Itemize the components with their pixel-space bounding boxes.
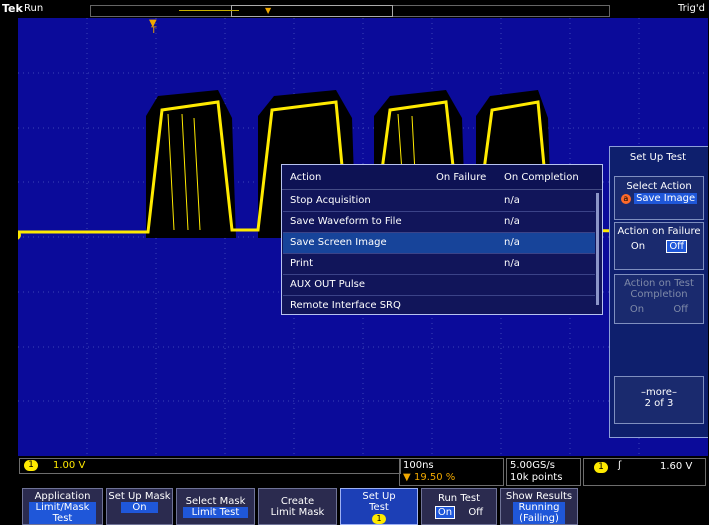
failure-off-option: Off: [666, 240, 688, 253]
action-label: Save Waveform to File: [290, 216, 402, 227]
on-completion-value: n/a: [504, 237, 520, 248]
set-up-test-button[interactable]: Set Up Test 1: [340, 488, 418, 525]
trigger-status: Trig'd: [678, 3, 705, 14]
select-mask-button[interactable]: Select Mask Limit Test: [176, 488, 255, 525]
application-label: Application: [34, 491, 91, 502]
more-button[interactable]: –more– 2 of 3: [614, 376, 704, 424]
channel-1-badge-icon: 1: [24, 460, 38, 471]
sample-rate: 5.00GS/s: [510, 460, 555, 471]
create-limit-mask-button[interactable]: Create Limit Mask: [258, 488, 337, 525]
action-row-save-screen-image[interactable]: Save Screen Image n/a: [283, 233, 595, 254]
action-on-completion-button[interactable]: Action on Test Completion On Off: [614, 274, 704, 324]
action-row-aux-out-pulse[interactable]: AUX OUT Pulse: [283, 275, 595, 296]
channel-readout[interactable]: 1 1.00 V: [19, 458, 401, 474]
action-row-print[interactable]: Print n/a: [283, 254, 595, 275]
set-up-mask-value: On: [121, 502, 158, 513]
more-page: 2 of 3: [644, 398, 674, 409]
on-completion-value: n/a: [504, 216, 520, 227]
run-test-on: On: [434, 506, 456, 519]
timebase: 100ns: [403, 460, 434, 471]
timebase-readout[interactable]: 100ns ▼ 19.50 %: [399, 458, 504, 486]
action-label: Remote Interface SRQ: [290, 300, 401, 311]
action-label: AUX OUT Pulse: [290, 279, 365, 290]
completion-off-option: Off: [673, 304, 689, 315]
completion-on-option: On: [629, 304, 645, 315]
action-row-save-waveform[interactable]: Save Waveform to File n/a: [283, 212, 595, 233]
application-value: Limit/Mask Test: [29, 502, 96, 524]
popup-scrollbar[interactable]: [596, 193, 599, 305]
column-on-completion: On Completion: [504, 172, 579, 183]
run-test-toggle: On Off: [422, 506, 496, 519]
select-mask-label: Select Mask: [185, 496, 246, 507]
run-test-off: Off: [468, 507, 484, 518]
channel-scale: 1.00 V: [53, 460, 86, 471]
column-on-failure: On Failure: [436, 172, 487, 183]
failure-on-option: On: [630, 241, 646, 252]
create-limit-mask-label: Create Limit Mask: [270, 496, 325, 518]
set-up-test-channel-icon: 1: [372, 514, 386, 524]
select-action-button[interactable]: Select Action a Save Image: [614, 176, 704, 220]
action-label: Print: [290, 258, 314, 269]
trigger-channel-badge-icon: 1: [594, 462, 608, 473]
trigger-position-icon: ▼: [265, 6, 272, 15]
record-trace: [179, 10, 239, 11]
select-action-value: Save Image: [634, 193, 698, 204]
record-view-window: [231, 5, 393, 17]
set-up-mask-button[interactable]: Set Up Mask On: [106, 488, 173, 525]
knob-a-icon: a: [620, 194, 631, 204]
action-row-remote-srq[interactable]: Remote Interface SRQ: [283, 296, 595, 316]
application-button[interactable]: Application Limit/Mask Test: [22, 488, 103, 525]
action-menu-header: Action On Failure On Completion: [282, 165, 602, 190]
show-results-button[interactable]: Show Results Running (Failing): [500, 488, 578, 525]
trigger-level: 1.60 V: [660, 461, 693, 472]
trigger-readout[interactable]: 1 ʃ 1.60 V: [583, 458, 706, 486]
trigger-position-label: T: [151, 26, 157, 36]
column-action: Action: [290, 172, 322, 183]
trigger-offset-icon: ▼: [403, 472, 411, 483]
select-action-value-row: a Save Image: [615, 193, 703, 204]
action-on-failure-button[interactable]: Action on Failure On Off: [614, 222, 704, 270]
acquisition-readout[interactable]: 5.00GS/s 10k points: [506, 458, 581, 486]
show-results-value: Running (Failing): [513, 502, 565, 524]
show-results-label: Show Results: [505, 491, 573, 502]
select-mask-value: Limit Test: [183, 507, 248, 518]
mask-region: [146, 90, 236, 238]
action-on-failure-toggle: On Off: [615, 240, 703, 253]
run-test-label: Run Test: [437, 493, 481, 504]
on-completion-value: n/a: [504, 258, 520, 269]
set-up-mask-label: Set Up Mask: [108, 491, 171, 502]
brand-logo: Tek: [2, 2, 23, 15]
run-test-button[interactable]: Run Test On Off: [421, 488, 497, 525]
on-completion-value: n/a: [504, 195, 520, 206]
rising-edge-icon: ʃ: [618, 460, 622, 471]
select-action-label: Select Action: [626, 181, 692, 192]
more-label: –more–: [641, 387, 677, 398]
trigger-offset: 19.50 %: [414, 472, 456, 483]
set-up-test-label: Set Up Test: [362, 491, 396, 513]
record-view-bar: ▼: [90, 5, 610, 17]
action-label: Save Screen Image: [290, 237, 387, 248]
record-length: 10k points: [510, 472, 563, 483]
run-state: Run: [24, 3, 44, 14]
action-label: Stop Acquisition: [290, 195, 371, 206]
side-menu-title: Set Up Test: [629, 152, 687, 163]
action-menu-popup[interactable]: Action On Failure On Completion Stop Acq…: [281, 164, 603, 315]
action-on-failure-label: Action on Failure: [617, 226, 701, 237]
action-on-completion-toggle: On Off: [615, 304, 703, 315]
action-row-stop-acquisition[interactable]: Stop Acquisition n/a: [283, 191, 595, 212]
action-on-completion-label: Action on Test Completion: [624, 278, 694, 300]
